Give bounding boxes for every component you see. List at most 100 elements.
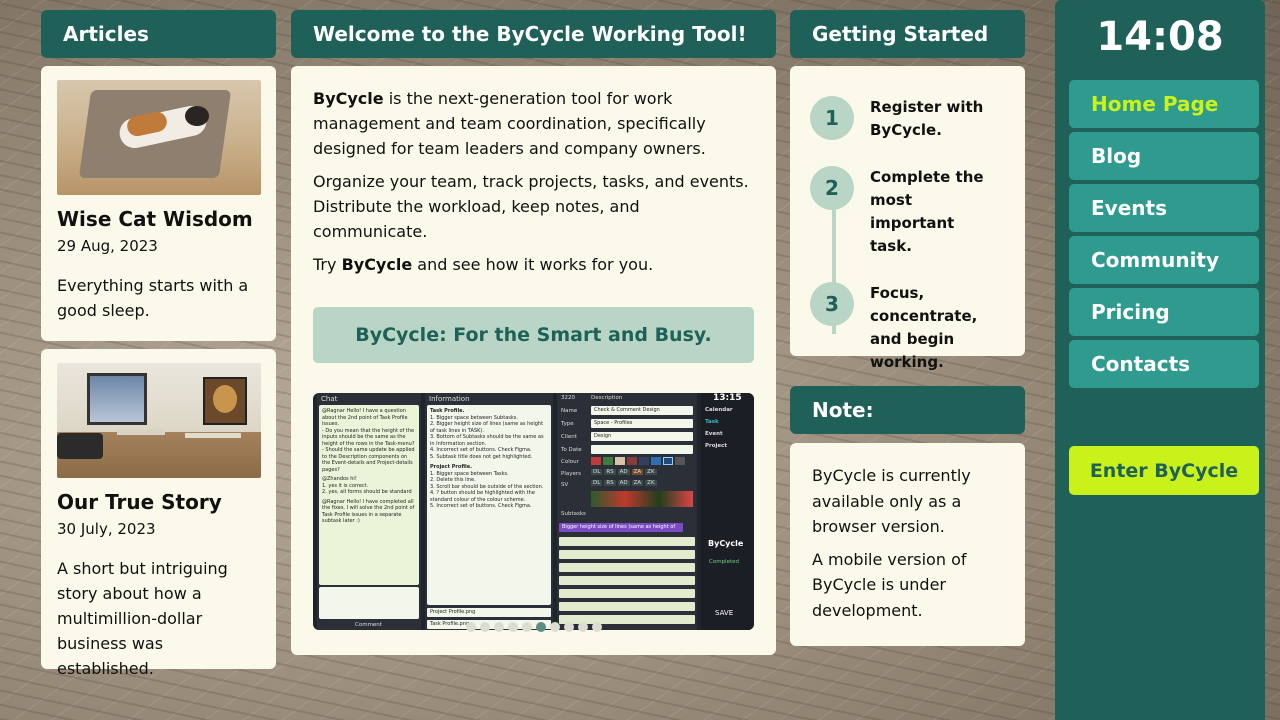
mini-player[interactable]: DL — [591, 480, 603, 486]
step-3: 3 Focus, concentrate, and begin working. — [810, 282, 1005, 374]
mini-info-line: 2. Bigger height size of lines (same as … — [430, 421, 544, 434]
article-image-cat[interactable] — [57, 80, 261, 195]
mini-date-field[interactable] — [591, 445, 693, 454]
article-title[interactable]: Our True Story — [57, 490, 260, 514]
carousel-dots[interactable] — [291, 622, 776, 632]
step-1: 1 Register with ByCycle. — [810, 96, 1005, 142]
mini-colour-swatches[interactable] — [591, 457, 685, 465]
nav-events[interactable]: Events — [1069, 184, 1259, 232]
mini-player[interactable]: RS — [604, 469, 616, 475]
article-card-cat[interactable]: Wise Cat Wisdom 29 Aug, 2023 Everything … — [41, 66, 276, 341]
mini-save-button[interactable]: SAVE — [715, 609, 733, 617]
nav-pricing[interactable]: Pricing — [1069, 288, 1259, 336]
step-text: Focus, concentrate, and begin working. — [870, 284, 978, 371]
mini-subtask[interactable] — [559, 576, 695, 585]
mini-chat-title: Chat — [321, 395, 338, 403]
carousel-dot[interactable] — [521, 622, 532, 632]
mini-player[interactable]: ZA — [631, 480, 644, 486]
mini-client-field[interactable]: Design — [591, 432, 693, 441]
carousel-dot[interactable] — [549, 622, 560, 632]
nav-blog[interactable]: Blog — [1069, 132, 1259, 180]
article-excerpt: Everything starts with a good sleep. — [57, 276, 249, 320]
step-number: 3 — [810, 282, 854, 326]
note-card: ByCycle is currently available only as a… — [790, 443, 1025, 646]
carousel-dot[interactable] — [577, 622, 588, 632]
welcome-text: Try — [313, 255, 342, 274]
mini-field-label: Name — [561, 408, 578, 414]
mini-desc-title: Description — [591, 395, 623, 401]
mini-menu-task[interactable]: Task — [705, 419, 719, 425]
article-card-story[interactable]: Our True Story 30 July, 2023 A short but… — [41, 349, 276, 678]
article-date: 30 July, 2023 — [57, 520, 156, 538]
mini-players-row-sv[interactable]: DL RS AD ZA ZK — [591, 480, 657, 486]
mini-chat-line: @Ragnar Hello! I have a question about t… — [322, 408, 408, 427]
mini-player[interactable]: ZK — [645, 480, 657, 486]
mini-players-label: Players — [561, 471, 581, 477]
getting-started-card: 1 Register with ByCycle. 2 Complete the … — [790, 66, 1025, 371]
enter-bycycle-button[interactable]: Enter ByCycle — [1069, 446, 1259, 495]
sidebar: 14:08 Home Page Blog Events Community Pr… — [1055, 0, 1265, 720]
welcome-paragraph-2: Organize your team, track projects, task… — [313, 172, 749, 241]
mini-menu-project[interactable]: Project — [705, 443, 727, 449]
app-screenshot[interactable]: Chat @Ragnar Hello! I have a question ab… — [313, 393, 754, 630]
mini-subtask[interactable] — [559, 563, 695, 572]
mini-type-field[interactable]: Space - Profiles — [591, 419, 693, 428]
mini-chat-input[interactable] — [319, 587, 419, 619]
mini-field-label: Client — [561, 434, 577, 440]
mini-chat-panel: Chat @Ragnar Hello! I have a question ab… — [317, 393, 421, 630]
step-text: Register with ByCycle. — [870, 98, 984, 139]
carousel-dot[interactable] — [465, 622, 476, 632]
nav-home-page[interactable]: Home Page — [1069, 80, 1259, 128]
article-title[interactable]: Wise Cat Wisdom — [57, 207, 260, 231]
mini-subtasks-title: Subtasks — [561, 511, 586, 517]
articles-header: Articles — [41, 10, 276, 58]
carousel-dot[interactable] — [493, 622, 504, 632]
note-header: Note: — [790, 386, 1025, 434]
mini-player[interactable]: RS — [604, 480, 616, 486]
welcome-card: ByCycle is the next-generation tool for … — [291, 66, 776, 655]
mini-chat-line: 2. yes, all forms should be standard — [322, 489, 412, 495]
mini-subtask-highlighted[interactable]: Bigger height size of lines (same as hei… — [559, 523, 683, 532]
carousel-dot[interactable] — [535, 622, 546, 632]
mini-info-line: 4. Incorrect set of buttons. Check Figma… — [430, 447, 532, 453]
article-excerpt: A short but intriguing story about how a… — [57, 559, 228, 678]
mini-info-title: Information — [429, 395, 470, 403]
mini-info-line: 5. Subtask title does not get highlighte… — [430, 453, 533, 460]
nav-community[interactable]: Community — [1069, 236, 1259, 284]
mini-subtask[interactable] — [559, 602, 695, 611]
mini-player[interactable]: AD — [617, 480, 630, 486]
carousel-dot[interactable] — [479, 622, 490, 632]
mini-player[interactable]: AD — [617, 469, 630, 475]
mini-info-line: 3. Bottom of Subtasks should be the same… — [430, 434, 544, 447]
carousel-dot[interactable] — [591, 622, 602, 632]
mini-desc-id: 3220 — [561, 395, 575, 401]
welcome-paragraph-1: ByCycle is the next-generation tool for … — [313, 86, 754, 161]
mini-menu-calendar[interactable]: Calendar — [705, 407, 733, 413]
mini-menu-event[interactable]: Event — [705, 431, 723, 437]
mini-chat-body: @Ragnar Hello! I have a question about t… — [319, 405, 419, 585]
article-image-office[interactable] — [57, 363, 261, 478]
article-date: 29 Aug, 2023 — [57, 237, 158, 255]
carousel-dot[interactable] — [507, 622, 518, 632]
carousel-dot[interactable] — [563, 622, 574, 632]
mini-info-line: 5. Incorrect set of buttons. Check Figma… — [430, 503, 532, 509]
clock: 14:08 — [1096, 14, 1224, 60]
mini-colour-label: Colour — [561, 459, 579, 465]
mini-players-row[interactable]: DL RS AD ZA ZK — [591, 469, 657, 475]
mini-field-label: Type — [561, 421, 574, 427]
mini-chat-line: @Ragnar Hello! I have completed all the … — [322, 498, 415, 525]
mini-player[interactable]: ZA — [631, 469, 644, 475]
mini-clock: 13:15 — [713, 393, 742, 403]
mini-player[interactable]: ZK — [645, 469, 657, 475]
mini-app-name: ByCycle — [708, 539, 744, 548]
mini-file[interactable]: Project Profile.png — [427, 608, 551, 617]
mini-subtask[interactable] — [559, 550, 695, 559]
nav-contacts[interactable]: Contacts — [1069, 340, 1259, 388]
mini-chat-line: - Should the same update be applied to t… — [322, 447, 415, 473]
brand-name: ByCycle — [313, 89, 384, 108]
mini-name-field[interactable]: Check & Comment Design — [591, 406, 693, 415]
mini-subtask[interactable] — [559, 589, 695, 598]
mini-info-body: Task Profile. 1. Bigger space between Su… — [427, 405, 551, 605]
mini-subtask[interactable] — [559, 537, 695, 546]
mini-player[interactable]: DL — [591, 469, 603, 475]
